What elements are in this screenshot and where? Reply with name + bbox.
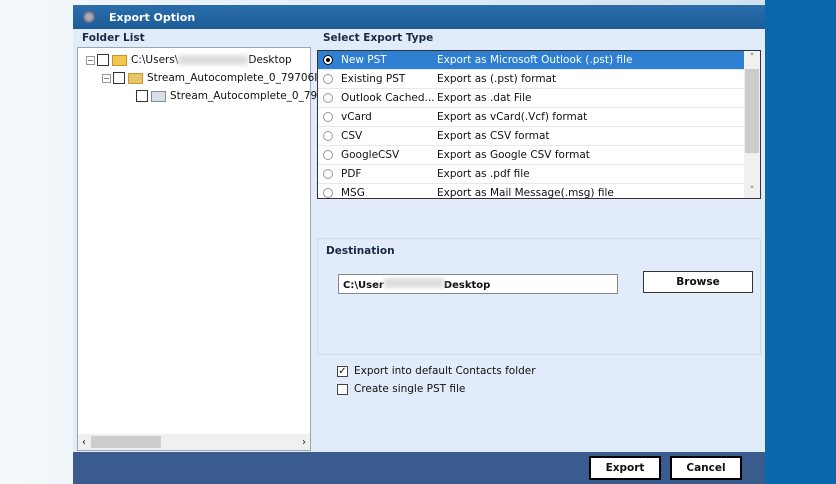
export-option-description: Export as (.pst) format: [437, 73, 557, 85]
export-button[interactable]: Export: [589, 456, 661, 480]
radio-button[interactable]: [323, 131, 333, 141]
path-prefix: C:\User: [343, 280, 384, 291]
export-option-name: CSV: [341, 130, 363, 142]
radio-button[interactable]: [323, 93, 333, 103]
radio-button[interactable]: [323, 150, 333, 160]
export-option-row[interactable]: CSV Export as CSV format: [318, 127, 744, 146]
folder-tree[interactable]: − C:\Users\ Desktop − Stream_Autocomplete_0…: [77, 47, 317, 451]
tree-node-root[interactable]: − C:\Users\ Desktop: [86, 52, 292, 68]
export-option-name: GoogleCSV: [341, 149, 400, 161]
radio-button[interactable]: [323, 74, 333, 84]
radio-button[interactable]: [323, 112, 333, 122]
scroll-left-icon[interactable]: ‹: [82, 437, 86, 448]
export-option-name: New PST: [341, 54, 387, 66]
export-option-dialog: Export Option Folder List − C:\Users\ Desk…: [73, 5, 765, 484]
node-label: Stream_Autocomplete_0_79706I: [147, 72, 318, 84]
export-option-row[interactable]: GoogleCSV Export as Google CSV format: [318, 146, 744, 165]
radio-button[interactable]: [323, 55, 333, 65]
export-option-row[interactable]: New PST Export as Microsoft Outlook (.pst…: [318, 51, 744, 70]
checkbox[interactable]: [113, 72, 125, 84]
export-option-description: Export as Google CSV format: [437, 149, 590, 161]
scrollbar-thumb[interactable]: [91, 436, 161, 448]
redacted-username: [178, 55, 249, 65]
collapse-icon[interactable]: −: [102, 73, 111, 83]
pst-folder-icon: [128, 72, 143, 84]
checkbox-checked-icon[interactable]: ✓: [337, 365, 348, 377]
scroll-right-icon[interactable]: ›: [302, 437, 306, 448]
checkbox[interactable]: [97, 54, 109, 66]
export-type-list[interactable]: New PST Export as Microsoft Outlook (.pst…: [317, 50, 761, 199]
title-bar: Export Option: [73, 5, 765, 29]
export-option-name: PDF: [341, 168, 362, 180]
node-label: C:\Users\: [131, 54, 179, 66]
path-suffix: Desktop: [443, 280, 491, 291]
export-option-name: Existing PST: [341, 73, 406, 85]
folder-list-label: Folder List: [82, 32, 145, 44]
export-type-label: Select Export Type: [323, 32, 434, 44]
destination-label: Destination: [326, 245, 395, 257]
export-option-name: vCard: [341, 111, 372, 123]
export-option-description: Export as Microsoft Outlook (.pst) file: [437, 54, 633, 66]
radio-button[interactable]: [323, 169, 333, 179]
export-option-description: Export as vCard(.Vcf) format: [437, 111, 588, 123]
export-option-description: Export as .pdf file: [437, 168, 530, 180]
export-option-row[interactable]: MSG Export as Mail Message(.msg) file: [318, 184, 744, 199]
scroll-up-icon[interactable]: ˄: [744, 53, 760, 63]
tree-node-store[interactable]: − Stream_Autocomplete_0_79706I: [102, 70, 317, 86]
export-option-row[interactable]: Outlook Cached... Export as .dat File: [318, 89, 744, 108]
cancel-button[interactable]: Cancel: [670, 456, 742, 480]
export-option-row[interactable]: vCard Export as vCard(.Vcf) format: [318, 108, 744, 127]
scroll-down-icon[interactable]: ˅: [744, 186, 760, 196]
app-icon: [83, 11, 95, 23]
checkbox-label: Export into default Contacts folder: [354, 365, 536, 377]
horizontal-scrollbar[interactable]: ‹ ›: [78, 434, 310, 450]
create-single-pst-checkbox[interactable]: Create single PST file: [337, 383, 465, 395]
export-option-row[interactable]: PDF Export as .pdf file: [318, 165, 744, 184]
window-title: Export Option: [109, 10, 196, 24]
checkbox-unchecked-icon[interactable]: [337, 383, 348, 395]
export-option-name: MSG: [341, 187, 365, 199]
redacted-username: [383, 278, 444, 288]
collapse-icon[interactable]: −: [86, 55, 95, 65]
tree-node-contacts[interactable]: Stream_Autocomplete_0_79: [136, 88, 317, 104]
browse-button[interactable]: Browse: [643, 271, 753, 293]
checkbox[interactable]: [136, 90, 148, 102]
node-label: Stream_Autocomplete_0_79: [170, 90, 318, 102]
export-option-name: Outlook Cached...: [341, 92, 435, 104]
export-option-description: Export as .dat File: [437, 92, 532, 104]
vertical-scrollbar[interactable]: ˄ ˅: [744, 51, 760, 198]
node-label: Desktop: [248, 54, 292, 66]
export-option-description: Export as Mail Message(.msg) file: [437, 187, 614, 199]
export-default-contacts-checkbox[interactable]: ✓ Export into default Contacts folder: [337, 365, 536, 377]
contacts-icon: [151, 90, 166, 102]
export-option-row[interactable]: Existing PST Export as (.pst) format: [318, 70, 744, 89]
checkbox-label: Create single PST file: [354, 383, 466, 395]
destination-path-input[interactable]: C:\User Desktop: [338, 274, 618, 294]
folder-icon: [112, 54, 127, 66]
export-option-description: Export as CSV format: [437, 130, 550, 142]
desktop-background: [765, 0, 836, 484]
footer-bar: [73, 452, 765, 484]
radio-button[interactable]: [323, 188, 333, 198]
scrollbar-thumb[interactable]: [745, 69, 759, 153]
